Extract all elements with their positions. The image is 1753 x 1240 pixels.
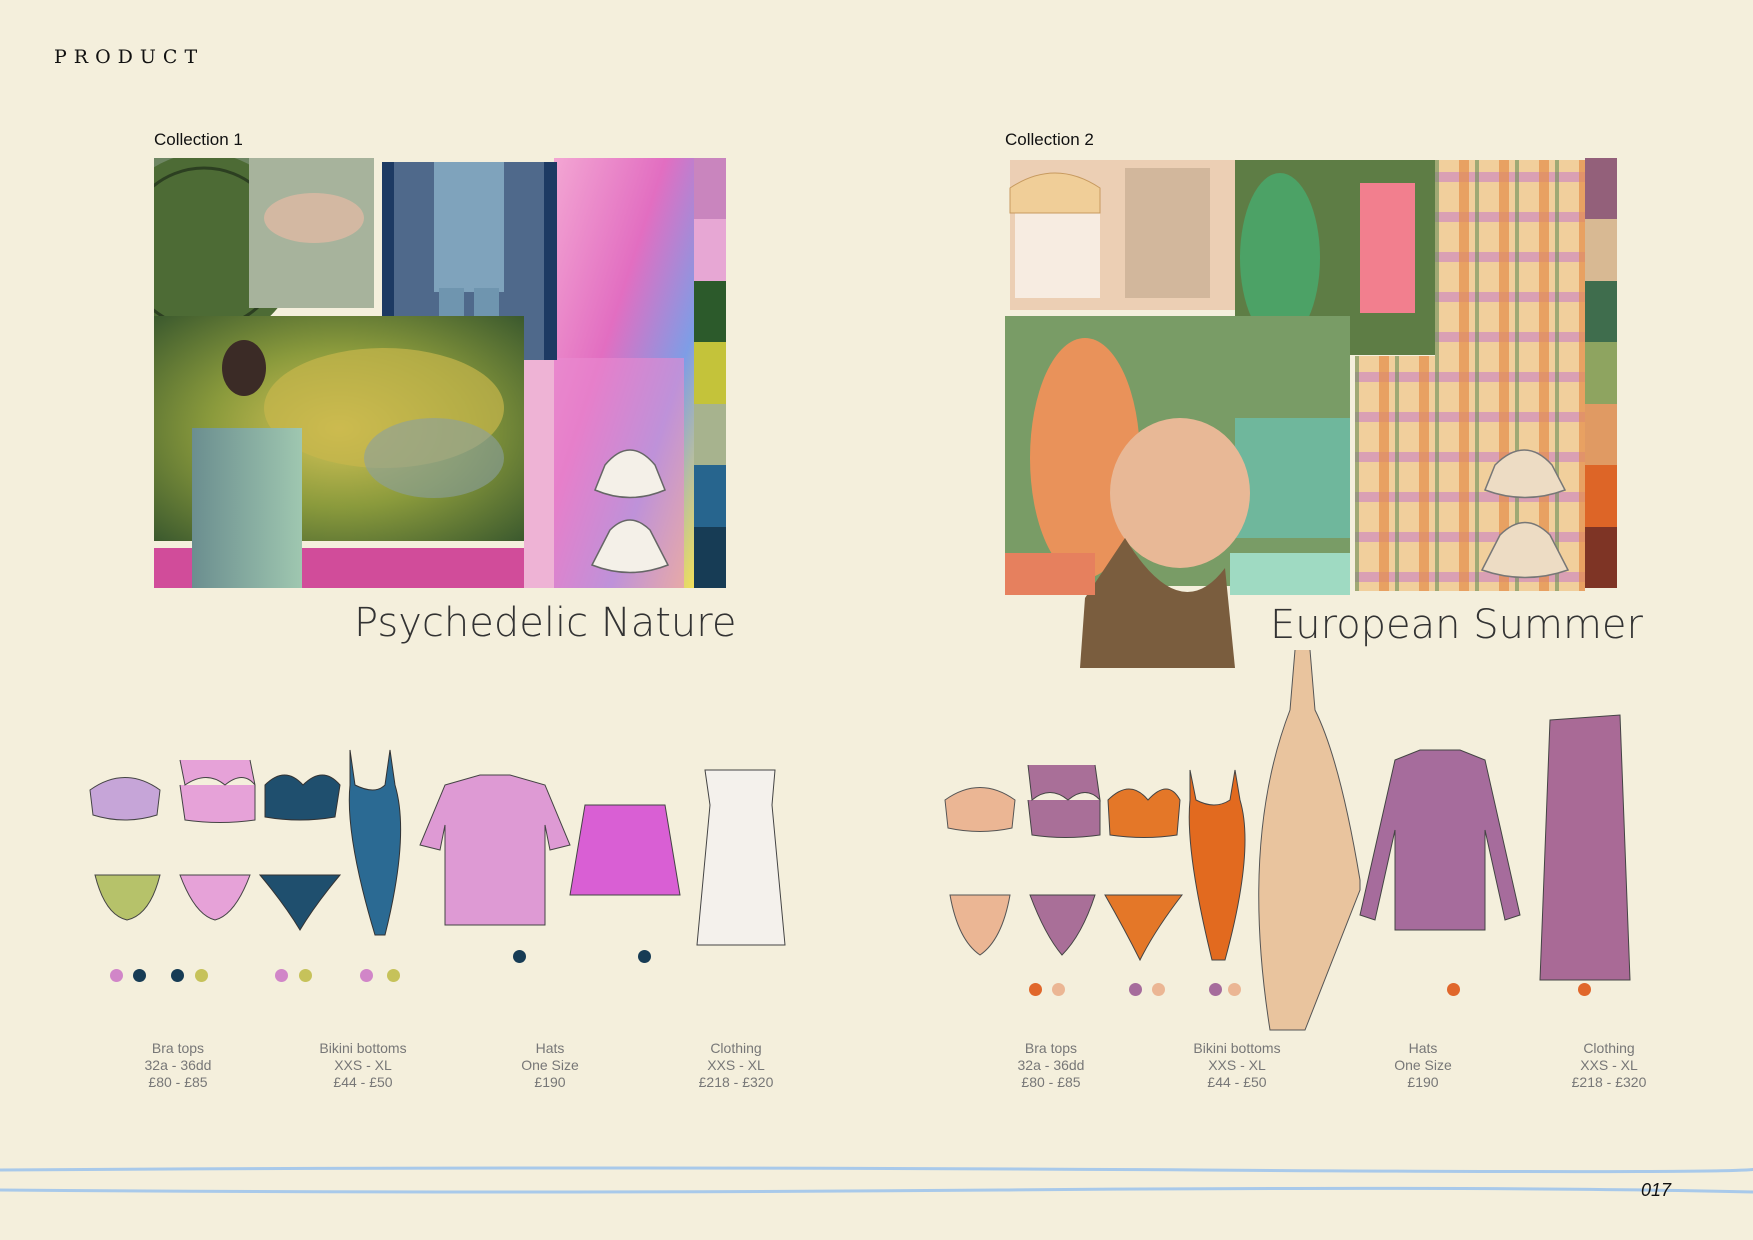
blouse-sketch	[1359, 749, 1521, 931]
color-dot	[1447, 983, 1460, 996]
color-dot	[133, 969, 146, 982]
collection-1-palette	[694, 158, 726, 588]
palette-swatch	[1585, 342, 1617, 404]
info-hats: Hats One Size £190	[1394, 1040, 1452, 1090]
color-dot	[1228, 983, 1241, 996]
info-bra-tops: Bra tops 32a - 36dd £80 - £85	[1017, 1040, 1085, 1090]
hat-sketch	[1480, 521, 1570, 579]
palette-swatch	[694, 403, 726, 466]
swimsuit-sketch	[348, 749, 402, 936]
palette-swatch	[1585, 158, 1617, 220]
bikini-bottom-sketch	[179, 874, 251, 921]
hat-sketch	[594, 449, 666, 499]
palette-swatch	[1585, 526, 1617, 588]
color-dot	[1052, 983, 1065, 996]
wrap-skirt-sketch	[1539, 714, 1631, 981]
bra-top-sketch	[1107, 788, 1181, 838]
bikini-bottom-sketch	[949, 894, 1011, 956]
color-dot	[275, 969, 288, 982]
color-dot	[360, 969, 373, 982]
info-bikini-bottoms: Bikini bottoms XXS - XL £44 - £50	[319, 1040, 407, 1090]
color-dot	[638, 950, 651, 963]
palette-swatch	[1585, 219, 1617, 281]
color-dot	[1578, 983, 1591, 996]
collection-1-flats	[89, 749, 786, 946]
color-dot	[110, 969, 123, 982]
collection-1-hat-sketches	[590, 449, 670, 574]
collection-2-hat-sketches	[1480, 449, 1570, 579]
bra-top-sketch	[179, 759, 256, 823]
dress-sketch	[696, 769, 786, 946]
color-dot	[195, 969, 208, 982]
swimsuit-sketch	[1188, 769, 1246, 961]
info-clothing: Clothing XXS - XL £218 - £320	[698, 1040, 774, 1090]
palette-swatch	[1585, 280, 1617, 343]
collection-2-moodboard	[1005, 158, 1585, 668]
color-dot	[299, 969, 312, 982]
color-dot	[171, 969, 184, 982]
color-dot	[513, 950, 526, 963]
bikini-bottom-sketch	[1104, 894, 1184, 962]
hat-sketch	[590, 519, 670, 574]
palette-swatch	[694, 526, 726, 588]
info-clothing: Clothing XXS - XL £218 - £320	[1571, 1040, 1647, 1090]
bra-top-sketch	[89, 777, 161, 821]
palette-swatch	[694, 158, 726, 220]
palette-swatch	[694, 342, 726, 404]
page-number: 017	[1640, 1180, 1671, 1200]
palette-swatch	[1585, 403, 1617, 466]
collection-1-label: Collection 1	[154, 130, 243, 149]
skirt-sketch	[569, 804, 681, 896]
bikini-bottom-sketch	[1029, 894, 1096, 956]
page-heading: PRODUCT	[54, 46, 205, 68]
bikini-bottom-sketch	[94, 874, 161, 921]
bra-top-sketch	[264, 774, 341, 821]
bra-top-sketch	[944, 787, 1016, 832]
bikini-bottom-sketch	[258, 874, 342, 931]
palette-swatch	[1585, 465, 1617, 527]
color-dot	[1209, 983, 1222, 996]
palette-swatch	[694, 280, 726, 343]
collection-2-flats	[944, 649, 1631, 1031]
slip-dress-sketch	[1258, 649, 1361, 1031]
collection-2-palette	[1585, 158, 1617, 588]
color-dot	[1152, 983, 1165, 996]
color-dot	[1029, 983, 1042, 996]
footer-wave-lines	[0, 1166, 1753, 1194]
collection-1-title: Psychedelic Nature	[354, 600, 737, 646]
hat-sketch	[1484, 449, 1567, 499]
moodboard-collage	[1005, 160, 1585, 668]
info-bikini-bottoms: Bikini bottoms XXS - XL £44 - £50	[1193, 1040, 1281, 1090]
color-dot	[1129, 983, 1142, 996]
info-hats: Hats One Size £190	[521, 1040, 579, 1090]
shirt-sketch	[419, 774, 571, 926]
info-bra-tops: Bra tops 32a - 36dd £80 - £85	[144, 1040, 212, 1090]
color-dot	[387, 969, 400, 982]
bra-top-sketch	[1027, 764, 1101, 838]
collection-2-label: Collection 2	[1005, 130, 1094, 149]
palette-swatch	[694, 219, 726, 281]
palette-swatch	[694, 465, 726, 527]
